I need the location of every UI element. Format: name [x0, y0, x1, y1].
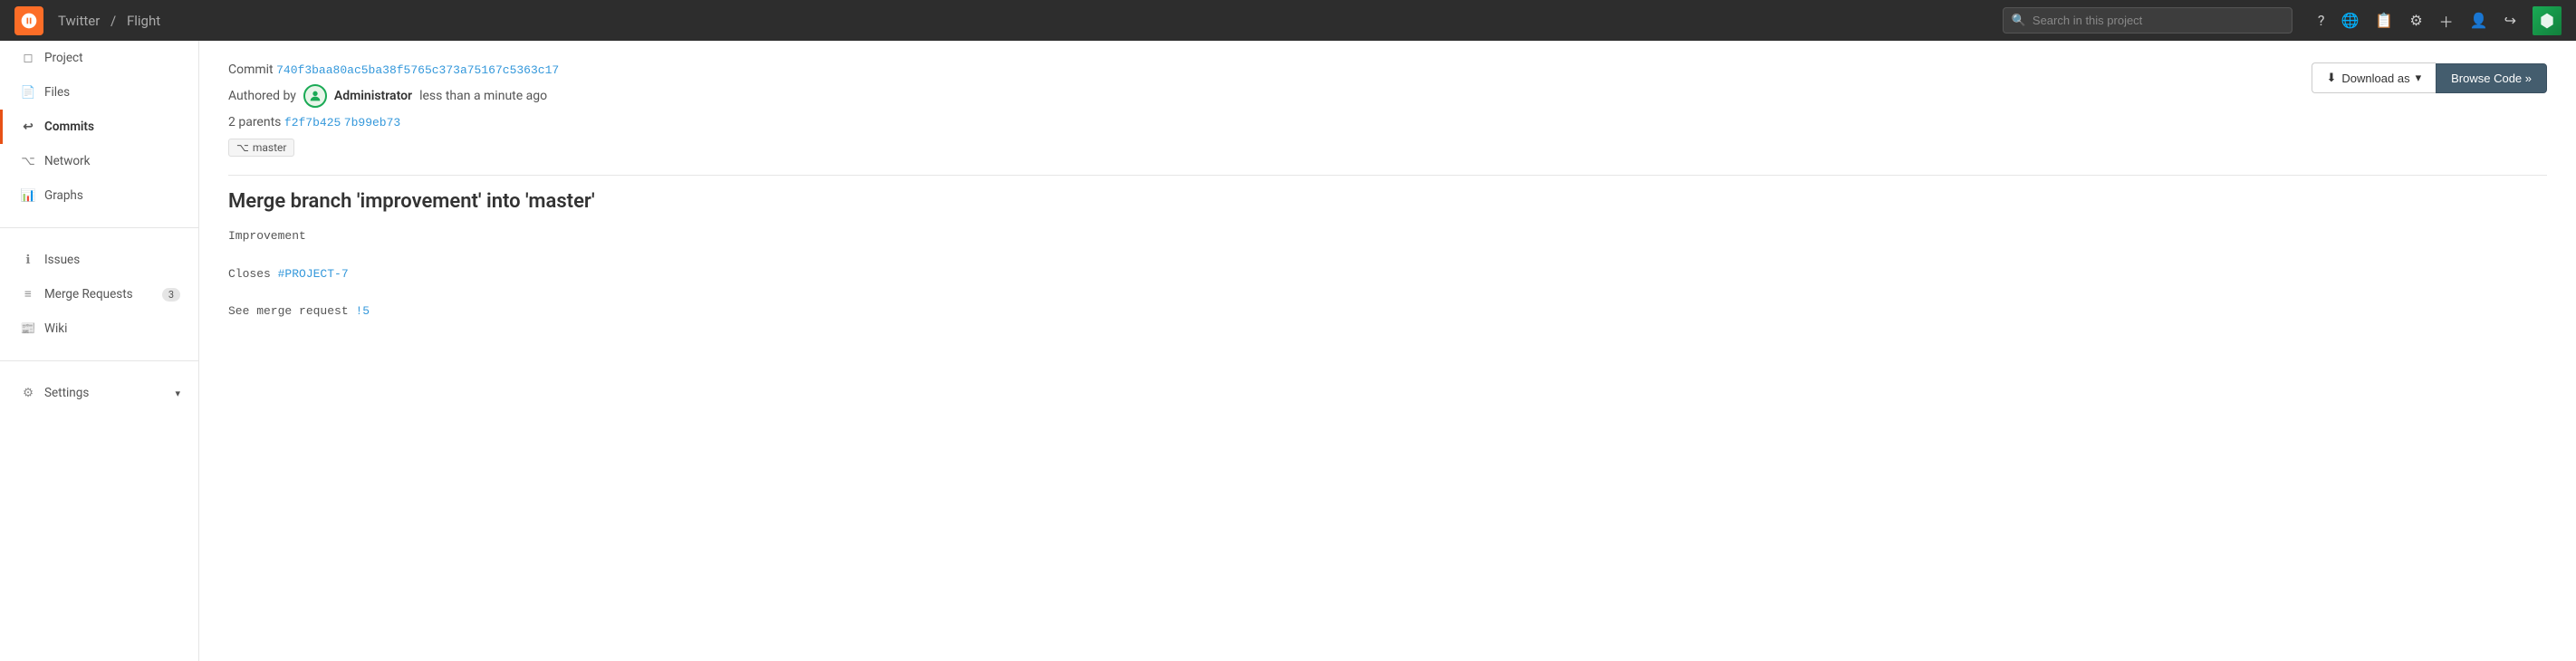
- files-icon: 📄: [21, 85, 35, 100]
- see-label: See merge request: [228, 304, 349, 318]
- navbar-logo[interactable]: [14, 6, 43, 35]
- help-icon[interactable]: ?: [2318, 12, 2325, 29]
- user-icon[interactable]: 👤: [2470, 12, 2488, 29]
- sidebar-item-files[interactable]: 📄 Files: [0, 75, 198, 110]
- sidebar-item-settings[interactable]: ⚙ Settings ▾: [0, 376, 198, 410]
- sidebar-divider: [0, 227, 198, 228]
- commit-hash-line: Commit 740f3baa80ac5ba38f5765c373a75167c…: [228, 62, 2312, 77]
- author-avatar: [303, 84, 327, 108]
- parent2-link[interactable]: 7b99eb73: [344, 116, 400, 129]
- sidebar-item-commits[interactable]: ↩ Commits: [0, 110, 198, 144]
- sidebar-label-issues: Issues: [44, 253, 80, 267]
- merge-icon: ≡: [21, 287, 35, 302]
- sidebar-label-settings: Settings: [44, 386, 89, 400]
- sidebar-label-commits: Commits: [44, 120, 94, 134]
- parents-label: 2 parents: [228, 115, 281, 129]
- commit-parents-line: 2 parents f2f7b425 7b99eb73: [228, 115, 2312, 129]
- sidebar-divider-2: [0, 360, 198, 361]
- commit-body-see: See merge request !5: [228, 302, 2547, 321]
- settings-icon: ⚙: [21, 386, 35, 400]
- sidebar-label-files: Files: [44, 85, 70, 100]
- merge-badge: 3: [162, 288, 180, 302]
- navbar: Twitter / Flight 🔍 ? 🌐 📋 ⚙ ＋ 👤 ↪: [0, 0, 2576, 41]
- issues-icon: ℹ: [21, 253, 35, 267]
- commit-body-blank2: [228, 283, 2547, 302]
- gear-icon[interactable]: ⚙: [2409, 12, 2422, 29]
- merge-request-link[interactable]: !5: [355, 304, 370, 318]
- sidebar-item-merge-requests[interactable]: ≡ Merge Requests 3: [0, 277, 198, 311]
- commit-title: Merge branch 'improvement' into 'master': [228, 190, 2547, 213]
- commit-author-line: Authored by Administrator less than a mi…: [228, 84, 2312, 108]
- commit-hash-link[interactable]: 740f3baa80ac5ba38f5765c373a75167c5363c17: [276, 63, 559, 77]
- fox-logo: [2533, 6, 2562, 35]
- project-link[interactable]: #PROJECT-7: [278, 267, 349, 281]
- layout: ◻ Project 📄 Files ↩ Commits ⌥ Network 📊 …: [0, 41, 2576, 661]
- signout-icon[interactable]: ↪: [2504, 12, 2516, 29]
- network-icon: ⌥: [21, 154, 35, 168]
- commits-icon: ↩: [21, 120, 35, 134]
- brand-separator: /: [111, 13, 120, 29]
- sidebar-label-graphs: Graphs: [44, 188, 83, 203]
- closes-label: Closes: [228, 267, 271, 281]
- sidebar-item-graphs[interactable]: 📊 Graphs: [0, 178, 198, 213]
- action-buttons: ⬇ Download as ▾ Browse Code »: [2312, 62, 2547, 93]
- download-button[interactable]: ⬇ Download as ▾: [2312, 62, 2437, 93]
- commit-body-closes: Closes #PROJECT-7: [228, 265, 2547, 284]
- search-container: 🔍: [2003, 7, 2292, 34]
- commit-body-blank1: [228, 246, 2547, 265]
- browse-label: Browse Code »: [2451, 72, 2532, 85]
- sidebar-label-merge: Merge Requests: [44, 287, 133, 302]
- commit-label: Commit: [228, 62, 274, 77]
- clipboard-icon[interactable]: 📋: [2375, 12, 2393, 29]
- project-icon: ◻: [21, 51, 35, 65]
- browse-code-button[interactable]: Browse Code »: [2436, 63, 2547, 93]
- sidebar-label-network: Network: [44, 154, 90, 168]
- commit-meta: Commit 740f3baa80ac5ba38f5765c373a75167c…: [228, 62, 2312, 157]
- graphs-icon: 📊: [21, 188, 35, 203]
- main-content: Commit 740f3baa80ac5ba38f5765c373a75167c…: [199, 41, 2576, 661]
- download-label: Download as: [2341, 72, 2409, 85]
- plus-icon[interactable]: ＋: [2439, 10, 2454, 32]
- sidebar-item-project[interactable]: ◻ Project: [0, 41, 198, 75]
- commit-body-line1: Improvement: [228, 227, 2547, 246]
- globe-icon[interactable]: 🌐: [2341, 12, 2359, 29]
- sidebar-label-wiki: Wiki: [44, 321, 67, 336]
- search-input[interactable]: [2003, 7, 2292, 34]
- sidebar-item-issues[interactable]: ℹ Issues: [0, 243, 198, 277]
- sidebar-item-wiki[interactable]: 📰 Wiki: [0, 311, 198, 346]
- commit-body: Improvement Closes #PROJECT-7 See merge …: [228, 227, 2547, 321]
- brand-project: Flight: [127, 13, 160, 29]
- commit-header: Commit 740f3baa80ac5ba38f5765c373a75167c…: [228, 62, 2547, 157]
- authored-by-label: Authored by: [228, 89, 296, 103]
- navbar-icons: ? 🌐 📋 ⚙ ＋ 👤 ↪: [2318, 6, 2562, 35]
- branch-badge: ⌥ master: [228, 139, 294, 157]
- parent1-link[interactable]: f2f7b425: [284, 116, 341, 129]
- branch-icon: ⌥: [236, 141, 249, 154]
- settings-chevron: ▾: [175, 388, 180, 399]
- author-time: less than a minute ago: [419, 89, 547, 103]
- wiki-icon: 📰: [21, 321, 35, 336]
- main-divider: [228, 175, 2547, 176]
- branch-name: master: [253, 141, 287, 154]
- brand-org: Twitter: [58, 13, 100, 29]
- author-name: Administrator: [334, 89, 412, 103]
- sidebar-label-project: Project: [44, 51, 83, 65]
- sidebar: ◻ Project 📄 Files ↩ Commits ⌥ Network 📊 …: [0, 41, 199, 661]
- navbar-brand[interactable]: Twitter / Flight: [54, 13, 164, 29]
- download-chevron-icon: ▾: [2416, 71, 2422, 85]
- download-icon: ⬇: [2327, 71, 2337, 85]
- search-icon: 🔍: [2012, 14, 2026, 27]
- sidebar-item-network[interactable]: ⌥ Network: [0, 144, 198, 178]
